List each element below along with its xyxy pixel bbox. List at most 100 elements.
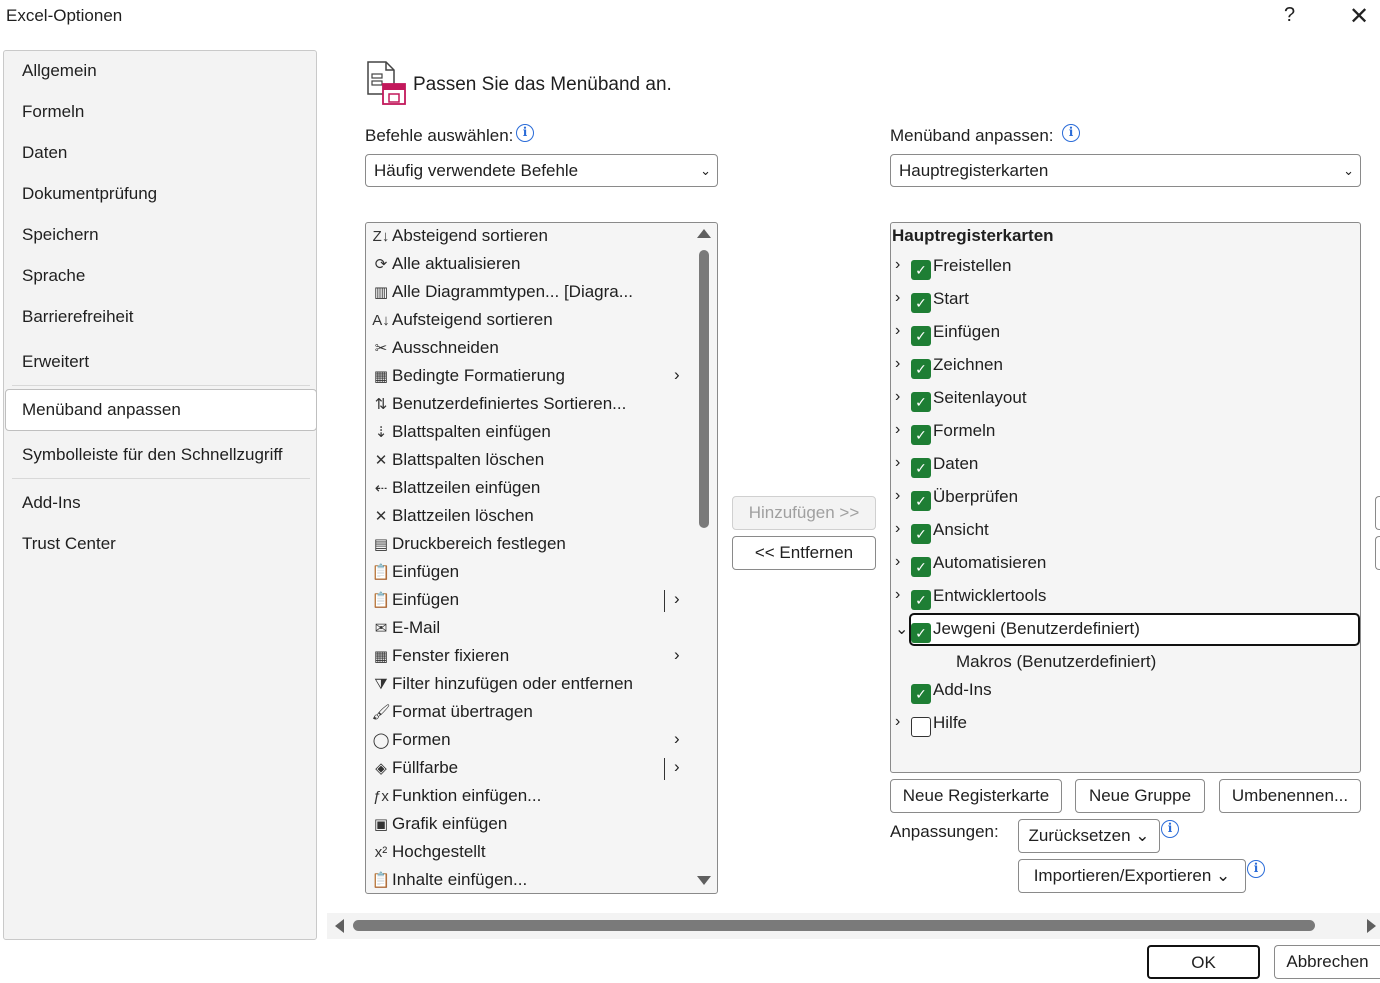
horizontal-scrollbar-thumb[interactable]: [353, 920, 1315, 931]
ok-button[interactable]: OK: [1147, 945, 1260, 979]
sidebar-item-menueband-anpassen[interactable]: Menüband anpassen: [22, 400, 181, 420]
sidebar-item-allgemein[interactable]: Allgemein: [22, 61, 97, 81]
submenu-arrow-icon[interactable]: ›: [674, 365, 680, 385]
command-item[interactable]: ◈ Füllfarbe ›: [366, 755, 696, 783]
command-item[interactable]: A↓ Aufsteigend sortieren: [366, 307, 696, 335]
tab-checkbox[interactable]: [911, 717, 931, 737]
expand-arrow-icon[interactable]: ›: [895, 256, 900, 274]
tab-checkbox[interactable]: ✓: [911, 491, 931, 511]
command-item[interactable]: 📋 Einfügen ›: [366, 587, 696, 615]
command-item[interactable]: ✕ Blattzeilen löschen: [366, 503, 696, 531]
sidebar-item-formeln[interactable]: Formeln: [22, 102, 84, 122]
expand-arrow-icon[interactable]: ›: [895, 487, 900, 505]
command-item[interactable]: ⇅ Benutzerdefiniertes Sortieren...: [366, 391, 696, 419]
expand-arrow-icon[interactable]: ›: [895, 322, 900, 340]
rename-button[interactable]: Umbenennen...: [1219, 779, 1361, 813]
ribbon-tab-item[interactable]: › ✓ Seitenlayout: [891, 385, 1360, 415]
scroll-left-arrow[interactable]: [335, 919, 344, 933]
move-down-button[interactable]: [1375, 536, 1380, 570]
ribbon-group-item[interactable]: Makros (Benutzerdefiniert): [891, 649, 1360, 679]
tab-checkbox[interactable]: ✓: [911, 293, 931, 313]
ribbon-tab-item[interactable]: › ✓ Entwicklertools: [891, 583, 1360, 613]
add-button[interactable]: Hinzufügen >>: [732, 496, 876, 530]
command-item[interactable]: ⟳ Alle aktualisieren: [366, 251, 696, 279]
tab-checkbox[interactable]: ✓: [911, 260, 931, 280]
expand-arrow-icon[interactable]: ›: [895, 553, 900, 571]
ribbon-tab-item[interactable]: › ✓ Start: [891, 286, 1360, 316]
tab-checkbox[interactable]: ✓: [911, 359, 931, 379]
info-icon[interactable]: i: [516, 124, 534, 142]
remove-button[interactable]: << Entfernen: [732, 536, 876, 570]
command-item[interactable]: ƒx Funktion einfügen...: [366, 783, 696, 811]
vertical-scrollbar-thumb[interactable]: [699, 250, 709, 528]
ribbon-tab-item[interactable]: › Hilfe: [891, 710, 1360, 740]
ribbon-tab-item[interactable]: › ✓ Formeln: [891, 418, 1360, 448]
sidebar-item-daten[interactable]: Daten: [22, 143, 67, 163]
reset-button[interactable]: Zurücksetzen ⌄: [1018, 819, 1160, 853]
command-item[interactable]: ⇣ Blattspalten einfügen: [366, 419, 696, 447]
ribbon-tab-item[interactable]: ⌄ ✓ Jewgeni (Benutzerdefiniert): [891, 616, 1360, 646]
expand-arrow-icon[interactable]: ›: [895, 713, 900, 731]
expand-arrow-icon[interactable]: ›: [895, 586, 900, 604]
collapse-arrow-icon[interactable]: ⌄: [895, 619, 908, 639]
commands-dropdown[interactable]: Häufig verwendete Befehle ⌄: [365, 154, 718, 187]
ribbon-tab-item[interactable]: › ✓ Überprüfen: [891, 484, 1360, 514]
info-icon[interactable]: i: [1062, 124, 1080, 142]
command-item[interactable]: 📋 Inhalte einfügen...: [366, 867, 696, 893]
scroll-down-arrow[interactable]: [697, 876, 711, 885]
command-item[interactable]: ▤ Druckbereich festlegen: [366, 531, 696, 559]
command-item[interactable]: ✕ Blattspalten löschen: [366, 447, 696, 475]
submenu-arrow-icon[interactable]: ›: [674, 757, 680, 777]
expand-arrow-icon[interactable]: ›: [895, 520, 900, 538]
ribbon-tab-item[interactable]: › ✓ Daten: [891, 451, 1360, 481]
command-item[interactable]: ◯ Formen ›: [366, 727, 696, 755]
ribbon-tab-item[interactable]: › ✓ Freistellen: [891, 253, 1360, 283]
submenu-arrow-icon[interactable]: ›: [674, 729, 680, 749]
command-item[interactable]: 📋 Einfügen: [366, 559, 696, 587]
horizontal-scrollbar[interactable]: [327, 913, 1380, 939]
ribbon-tab-item[interactable]: › ✓ Ansicht: [891, 517, 1360, 547]
info-icon[interactable]: i: [1161, 820, 1179, 838]
sidebar-item-add-ins[interactable]: Add-Ins: [22, 493, 81, 513]
sidebar-item-sprache[interactable]: Sprache: [22, 266, 85, 286]
command-item[interactable]: 🖌 Format übertragen: [366, 699, 696, 727]
command-item[interactable]: ▥ Alle Diagrammtypen... [Diagra...: [366, 279, 696, 307]
expand-arrow-icon[interactable]: ›: [895, 454, 900, 472]
ribbon-dropdown[interactable]: Hauptregisterkarten ⌄: [890, 154, 1361, 187]
submenu-arrow-icon[interactable]: ›: [674, 589, 680, 609]
new-group-button[interactable]: Neue Gruppe: [1075, 779, 1205, 813]
tab-checkbox[interactable]: ✓: [911, 458, 931, 478]
submenu-arrow-icon[interactable]: ›: [674, 645, 680, 665]
command-item[interactable]: ✂ Ausschneiden: [366, 335, 696, 363]
sidebar-item-erweitert[interactable]: Erweitert: [22, 352, 89, 372]
expand-arrow-icon[interactable]: ›: [895, 421, 900, 439]
import-export-button[interactable]: Importieren/Exportieren ⌄: [1018, 859, 1246, 893]
tab-checkbox[interactable]: ✓: [911, 425, 931, 445]
sidebar-item-barrierefreiheit[interactable]: Barrierefreiheit: [22, 307, 134, 327]
tab-checkbox[interactable]: ✓: [911, 623, 931, 643]
command-item[interactable]: ⇠ Blattzeilen einfügen: [366, 475, 696, 503]
ribbon-tab-item[interactable]: ✓ Add-Ins: [891, 677, 1360, 707]
new-tab-button[interactable]: Neue Registerkarte: [890, 779, 1062, 813]
sidebar-item-speichern[interactable]: Speichern: [22, 225, 99, 245]
sidebar-item-trust-center[interactable]: Trust Center: [22, 534, 116, 554]
tab-checkbox[interactable]: ✓: [911, 524, 931, 544]
tab-checkbox[interactable]: ✓: [911, 557, 931, 577]
command-item[interactable]: ▦ Bedingte Formatierung ›: [366, 363, 696, 391]
sidebar-item-schnellzugriff[interactable]: Symbolleiste für den Schnellzugriff: [22, 445, 283, 465]
close-button[interactable]: ✕: [1349, 2, 1369, 31]
expand-arrow-icon[interactable]: ›: [895, 289, 900, 307]
commands-list[interactable]: 📋 Inhalte einfügen... x² Hochgestellt ▣ Grafi…: [365, 222, 718, 894]
scroll-right-arrow[interactable]: [1367, 919, 1376, 933]
help-button[interactable]: ?: [1284, 4, 1295, 27]
command-item[interactable]: x² Hochgestellt: [366, 839, 696, 867]
ribbon-tab-item[interactable]: › ✓ Einfügen: [891, 319, 1360, 349]
command-item[interactable]: Z↓ Absteigend sortieren: [366, 223, 696, 251]
cancel-button[interactable]: Abbrechen: [1274, 945, 1380, 979]
tab-checkbox[interactable]: ✓: [911, 684, 931, 704]
tab-checkbox[interactable]: ✓: [911, 326, 931, 346]
command-item[interactable]: ▦ Fenster fixieren ›: [366, 643, 696, 671]
ribbon-tree[interactable]: Hauptregisterkarten › ✓ Freistellen › ✓ Start…: [890, 222, 1361, 773]
expand-arrow-icon[interactable]: ›: [895, 388, 900, 406]
ribbon-tab-item[interactable]: › ✓ Zeichnen: [891, 352, 1360, 382]
